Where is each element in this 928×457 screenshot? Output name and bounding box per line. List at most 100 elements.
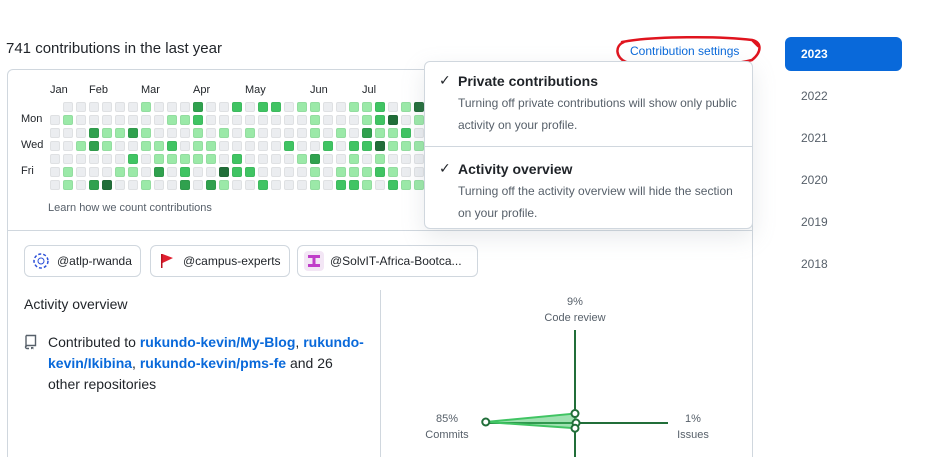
contribution-cell[interactable] [375,102,385,112]
contribution-cell[interactable] [89,115,99,125]
contribution-cell[interactable] [167,180,177,190]
contribution-cell[interactable] [232,154,242,164]
contribution-cell[interactable] [206,154,216,164]
contribution-cell[interactable] [284,167,294,177]
repo-link[interactable]: rukundo-kevin/pms-fe [140,355,286,371]
contribution-cell[interactable] [297,115,307,125]
contribution-cell[interactable] [219,128,229,138]
contribution-cell[interactable] [414,154,424,164]
contribution-cell[interactable] [115,128,125,138]
contribution-cell[interactable] [89,180,99,190]
contribution-cell[interactable] [50,141,60,151]
contribution-cell[interactable] [232,141,242,151]
repo-link[interactable]: rukundo-kevin/My-Blog [140,334,296,350]
contribution-cell[interactable] [154,115,164,125]
contribution-cell[interactable] [349,167,359,177]
contribution-cell[interactable] [141,141,151,151]
contribution-cell[interactable] [141,102,151,112]
contribution-cell[interactable] [336,128,346,138]
contribution-cell[interactable] [102,180,112,190]
contribution-cell[interactable] [271,115,281,125]
contribution-cell[interactable] [401,115,411,125]
contribution-cell[interactable] [271,102,281,112]
contribution-cell[interactable] [362,180,372,190]
contribution-cell[interactable] [141,167,151,177]
contribution-cell[interactable] [141,115,151,125]
contribution-cell[interactable] [310,102,320,112]
contribution-cell[interactable] [362,154,372,164]
contribution-cell[interactable] [414,128,424,138]
contribution-cell[interactable] [76,115,86,125]
contribution-cell[interactable] [310,180,320,190]
contribution-cell[interactable] [271,128,281,138]
contribution-cell[interactable] [323,154,333,164]
contribution-cell[interactable] [180,154,190,164]
contribution-cell[interactable] [180,167,190,177]
contribution-cell[interactable] [206,128,216,138]
contribution-cell[interactable] [401,141,411,151]
contribution-cell[interactable] [388,128,398,138]
contribution-cell[interactable] [50,128,60,138]
contribution-cell[interactable] [89,167,99,177]
contribution-cell[interactable] [414,102,424,112]
contribution-cell[interactable] [63,154,73,164]
contribution-cell[interactable] [310,141,320,151]
contribution-cell[interactable] [50,154,60,164]
contribution-cell[interactable] [284,115,294,125]
contribution-cell[interactable] [50,180,60,190]
contribution-cell[interactable] [362,141,372,151]
contribution-cell[interactable] [128,102,138,112]
year-2019[interactable]: 2019 [785,205,902,239]
contribution-cell[interactable] [297,141,307,151]
contribution-cell[interactable] [284,141,294,151]
contribution-cell[interactable] [271,180,281,190]
contribution-cell[interactable] [193,115,203,125]
contribution-cell[interactable] [63,180,73,190]
contribution-cell[interactable] [349,141,359,151]
contribution-cell[interactable] [271,154,281,164]
contribution-cell[interactable] [297,128,307,138]
contribution-cell[interactable] [323,115,333,125]
contribution-cell[interactable] [297,167,307,177]
contribution-cell[interactable] [362,102,372,112]
contribution-cell[interactable] [310,115,320,125]
contribution-cell[interactable] [76,154,86,164]
contribution-cell[interactable] [414,141,424,151]
contribution-cell[interactable] [206,167,216,177]
contribution-cell[interactable] [388,180,398,190]
contribution-cell[interactable] [258,141,268,151]
org-button-solvit-africa[interactable]: @SolvIT-Africa-Bootca... [297,245,478,277]
contribution-cell[interactable] [232,180,242,190]
contribution-cell[interactable] [336,154,346,164]
learn-contributions-link[interactable]: Learn how we count contributions [48,202,212,214]
contribution-cell[interactable] [245,167,255,177]
contribution-cell[interactable] [388,102,398,112]
contribution-cell[interactable] [141,154,151,164]
contribution-cell[interactable] [219,141,229,151]
contribution-cell[interactable] [401,167,411,177]
contribution-cell[interactable] [258,128,268,138]
contribution-cell[interactable] [154,128,164,138]
contribution-cell[interactable] [375,180,385,190]
contribution-cell[interactable] [232,102,242,112]
contribution-cell[interactable] [167,128,177,138]
contribution-cell[interactable] [193,167,203,177]
contribution-cell[interactable] [63,167,73,177]
contribution-cell[interactable] [102,154,112,164]
contribution-cell[interactable] [102,102,112,112]
contribution-cell[interactable] [323,128,333,138]
contribution-cell[interactable] [219,154,229,164]
contribution-cell[interactable] [76,102,86,112]
year-2021[interactable]: 2021 [785,121,902,155]
contribution-cell[interactable] [154,154,164,164]
contribution-cell[interactable] [115,167,125,177]
contribution-cell[interactable] [76,180,86,190]
contribution-cell[interactable] [63,141,73,151]
contribution-cell[interactable] [258,102,268,112]
contribution-cell[interactable] [128,128,138,138]
contribution-cell[interactable] [310,167,320,177]
contribution-cell[interactable] [323,102,333,112]
contribution-cell[interactable] [102,167,112,177]
contribution-cell[interactable] [115,154,125,164]
contribution-cell[interactable] [193,154,203,164]
